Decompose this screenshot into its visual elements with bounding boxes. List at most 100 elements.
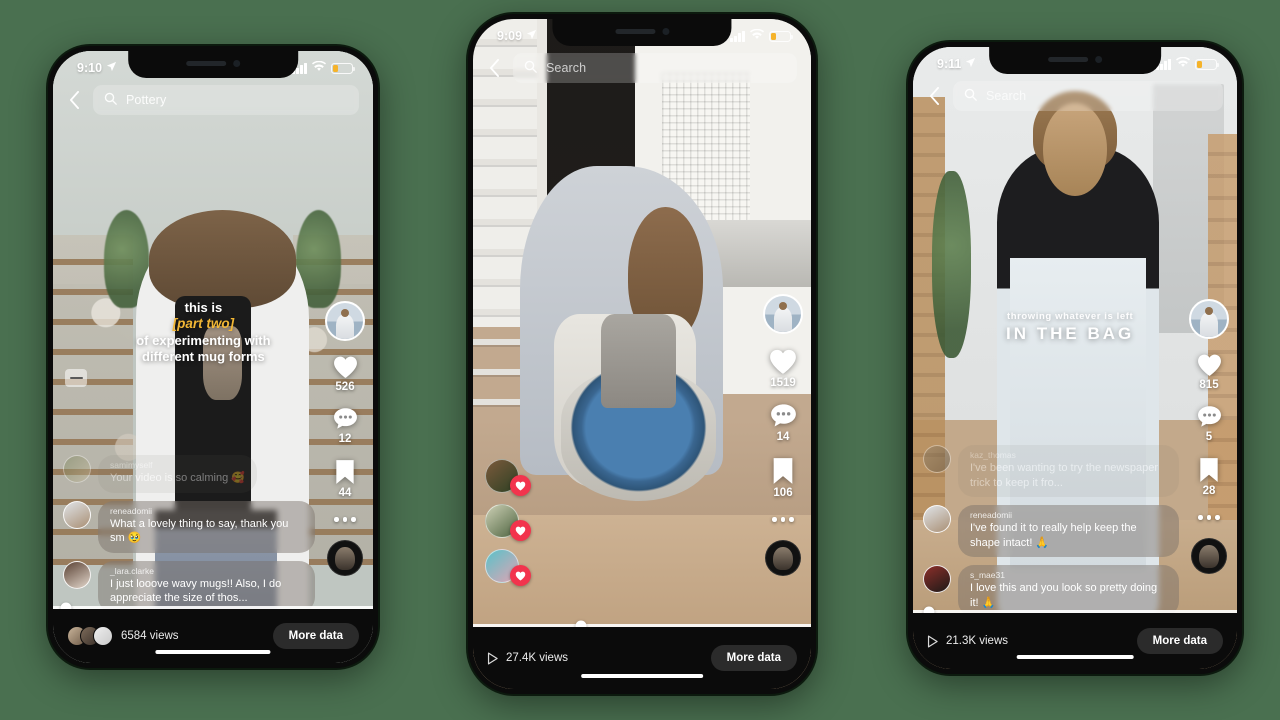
heart-icon — [1197, 354, 1221, 376]
home-indicator — [155, 650, 271, 654]
comment-bubble-icon — [770, 404, 796, 427]
comment-bubble: kaz_thomas I've been wanting to try the … — [958, 445, 1179, 498]
reaction-item[interactable] — [485, 504, 531, 541]
save-button[interactable]: 106 — [771, 457, 795, 499]
caption-line-1: this is — [184, 300, 223, 315]
creator-avatar[interactable] — [325, 301, 365, 341]
caption-big: IN THE BAG — [1006, 324, 1135, 343]
comment-bubble: _lara.clarke I just looove wavy mugs!! A… — [98, 560, 315, 613]
search-row-3: Search — [913, 81, 1237, 111]
caption-small: throwing whatever is left — [1006, 311, 1134, 322]
search-placeholder: Search — [546, 61, 587, 75]
views-group: 21.3K views — [927, 635, 1009, 648]
views-group: 27.4K views — [487, 652, 568, 665]
cellular-bars-icon — [730, 30, 745, 42]
sound-disc-icon[interactable] — [327, 539, 363, 576]
list-item[interactable]: kaz_thomas I've been wanting to try the … — [923, 445, 1179, 498]
list-item[interactable]: _lara.clarke I just looove wavy mugs!! A… — [63, 560, 315, 613]
save-count: 106 — [773, 487, 793, 499]
avatar — [923, 505, 951, 534]
back-button[interactable] — [483, 55, 505, 81]
more-data-button[interactable]: More data — [272, 623, 359, 649]
ellipsis-icon[interactable] — [772, 517, 794, 522]
list-item[interactable]: samimyself Your video is so calming 🥰 — [63, 455, 315, 493]
comment-count: 12 — [338, 433, 352, 445]
caption-highlight: [part two] — [172, 316, 235, 332]
comments-list-1: samimyself Your video is so calming 🥰 re… — [63, 455, 315, 621]
view-count: 21.3K views — [946, 635, 1009, 647]
comment-button[interactable]: 14 — [770, 403, 797, 443]
comment-button[interactable]: 5 — [1197, 405, 1222, 443]
comment-text: I love this and you look so pretty doing… — [970, 582, 1158, 609]
search-icon — [104, 92, 117, 108]
save-button[interactable]: 44 — [334, 459, 356, 499]
viewer-avatars[interactable] — [67, 626, 113, 646]
list-item[interactable]: reneadomii What a lovely thing to say, t… — [63, 500, 315, 553]
heart-icon — [510, 520, 531, 541]
comment-bubble: reneadomii I've found it to really help … — [958, 505, 1179, 558]
like-button[interactable]: 1519 — [768, 348, 798, 389]
more-data-button[interactable]: More data — [1136, 628, 1223, 654]
action-rail-2: 1519 14 106 — [763, 294, 803, 576]
status-time: 9:10 — [77, 61, 103, 75]
action-rail-3: 815 5 28 — [1189, 299, 1229, 574]
comment-bubble-icon — [1197, 406, 1221, 427]
battery-low-icon — [1195, 58, 1220, 70]
bottom-bar-3: 21.3K views More data — [913, 613, 1237, 669]
phone-device-3: 9:11 Search throwing whatever is left IN… — [908, 42, 1242, 674]
caption-line-3: of experimenting with — [136, 333, 271, 349]
creator-avatar[interactable] — [1189, 299, 1229, 339]
comment-text: I've been wanting to try the newspaper t… — [970, 462, 1158, 489]
wifi-icon — [1176, 56, 1190, 71]
sound-disc-icon[interactable] — [1191, 537, 1227, 574]
bottom-bar-2: 27.4K views More data — [473, 627, 811, 689]
battery-low-icon — [331, 62, 356, 74]
chevron-left-icon — [929, 87, 939, 105]
avatar — [63, 560, 91, 589]
comment-username: s_mae31 — [970, 570, 1005, 581]
video-caption-3: throwing whatever is left IN THE BAG — [932, 311, 1207, 344]
comment-text: I've found it to really help keep the sh… — [970, 522, 1137, 549]
reaction-item[interactable] — [485, 549, 531, 586]
video-background-2[interactable] — [473, 19, 811, 689]
search-icon — [964, 88, 977, 104]
creator-avatar[interactable] — [763, 294, 803, 334]
device-notch — [552, 19, 732, 46]
wifi-icon — [750, 28, 764, 43]
ellipsis-icon[interactable] — [1198, 515, 1220, 520]
phone-device-1: 9:10 Pottery this is [part two] of exper… — [48, 46, 378, 668]
location-arrow-icon — [106, 61, 117, 75]
chevron-left-icon — [489, 59, 499, 77]
comment-text: Your video is so calming 🥰 — [110, 472, 245, 484]
like-count: 815 — [1199, 379, 1219, 391]
more-data-button[interactable]: More data — [710, 645, 797, 671]
closed-captions-icon[interactable] — [65, 369, 87, 387]
back-button[interactable] — [923, 83, 945, 109]
save-button[interactable]: 28 — [1198, 457, 1220, 497]
device-notch — [989, 47, 1161, 74]
search-input[interactable]: Search — [953, 81, 1223, 111]
avatar — [923, 445, 951, 473]
device-notch — [128, 51, 298, 78]
list-item[interactable]: reneadomii I've found it to really help … — [923, 505, 1179, 558]
search-row-1: Pottery — [53, 85, 373, 115]
save-count: 44 — [338, 487, 352, 499]
reaction-item[interactable] — [485, 459, 531, 496]
search-input[interactable]: Search — [513, 53, 797, 83]
comment-username: samimyself — [110, 460, 153, 470]
phone-3-screen: 9:11 Search throwing whatever is left IN… — [913, 47, 1237, 669]
bookmark-icon — [773, 458, 793, 484]
play-icon — [487, 652, 498, 665]
sound-disc-icon[interactable] — [765, 539, 801, 576]
like-button[interactable]: 526 — [332, 355, 359, 393]
like-button[interactable]: 815 — [1196, 353, 1223, 391]
location-arrow-icon — [526, 29, 537, 43]
phone-2-screen: 9:09 Search 1519 14 106 27.4K views More… — [473, 19, 811, 689]
view-count: 6584 views — [121, 630, 179, 642]
comment-username: reneadomii — [970, 510, 1013, 521]
comment-button[interactable]: 12 — [333, 407, 358, 445]
back-button[interactable] — [63, 87, 85, 113]
ellipsis-icon[interactable] — [334, 517, 356, 522]
search-input[interactable]: Pottery — [93, 85, 359, 115]
search-value: Pottery — [126, 93, 167, 107]
